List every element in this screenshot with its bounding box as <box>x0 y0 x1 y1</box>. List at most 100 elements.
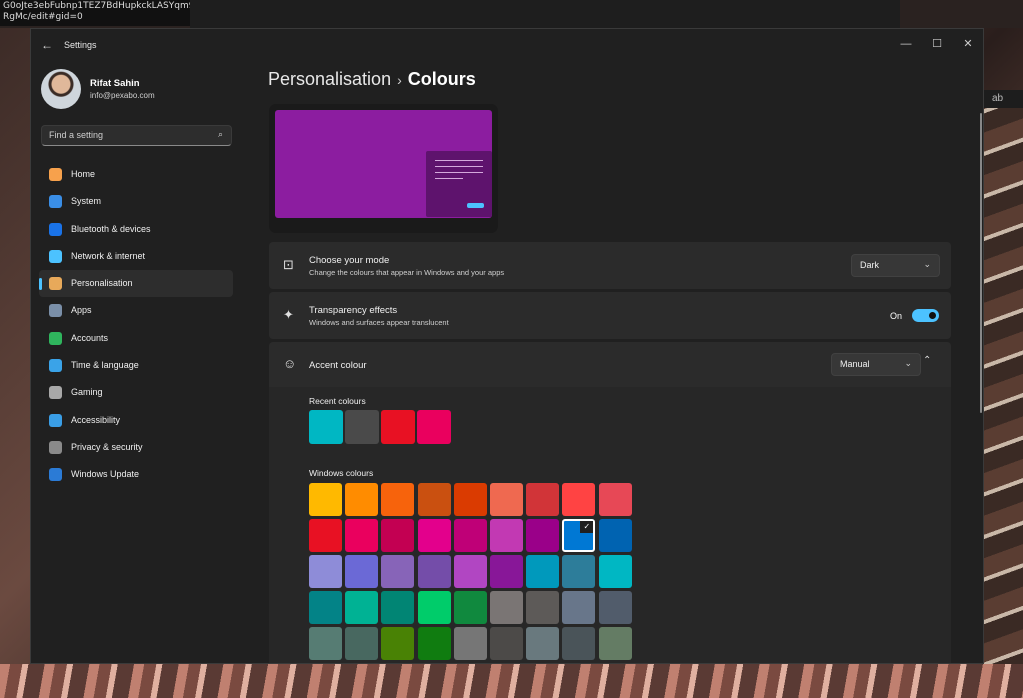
breadcrumb-parent[interactable]: Personalisation <box>268 69 391 89</box>
toggle-state-label: On <box>890 311 903 321</box>
windows-colour-swatch[interactable] <box>490 555 523 588</box>
windows-colour-swatch[interactable] <box>562 591 596 624</box>
network-icon <box>49 249 62 263</box>
recent-colour-swatch[interactable] <box>381 410 415 444</box>
sidebar-item-bluetooth-devices[interactable]: Bluetooth & devices <box>39 216 233 243</box>
windows-colour-swatch[interactable] <box>526 591 560 624</box>
windows-colour-swatch[interactable] <box>453 627 487 660</box>
sidebar-item-label: Privacy & security <box>71 441 143 452</box>
transparency-title: Transparency effects <box>309 305 398 316</box>
sidebar-item-label: Personalisation <box>71 278 133 289</box>
back-button[interactable]: ← <box>39 37 55 53</box>
sidebar-item-personalisation[interactable]: Personalisation <box>39 270 233 298</box>
sidebar-item-label: Accessibility <box>71 414 121 425</box>
windows-colour-swatch[interactable] <box>562 627 596 660</box>
sidebar-item-accessibility[interactable]: Accessibility <box>39 407 233 434</box>
windows-colour-swatch[interactable] <box>309 483 342 516</box>
recent-colour-swatch[interactable] <box>417 410 451 444</box>
avatar[interactable] <box>41 69 81 109</box>
windows-colour-swatch[interactable] <box>381 483 415 516</box>
windows-colour-swatch[interactable] <box>381 519 415 552</box>
scrollbar[interactable] <box>980 113 982 413</box>
windows-colour-swatch[interactable] <box>381 627 415 660</box>
windows-colour-swatch[interactable] <box>417 555 451 588</box>
windows-colour-swatch[interactable] <box>453 555 487 588</box>
windows-colour-swatch[interactable]: ✓ <box>562 519 596 552</box>
windows-colour-swatch[interactable] <box>417 519 451 552</box>
windows-colour-swatch[interactable] <box>598 483 632 516</box>
recent-colour-swatch[interactable] <box>309 410 343 444</box>
mode-subtitle: Change the colours that appear in Window… <box>309 268 505 277</box>
accent-dropdown[interactable]: Manual ⌄ <box>831 353 921 376</box>
windows-colour-swatch[interactable] <box>526 627 560 660</box>
windows-colour-swatch[interactable] <box>453 519 487 552</box>
windows-colours-label: Windows colours <box>309 468 374 478</box>
title-bar: ← Settings — ☐ ✕ <box>31 29 983 61</box>
minimize-button[interactable]: — <box>891 33 921 55</box>
windows-colour-swatch[interactable] <box>309 519 342 552</box>
windows-colour-swatch[interactable] <box>453 483 487 516</box>
maximize-button[interactable]: ☐ <box>922 33 952 55</box>
windows-colour-swatch[interactable] <box>381 555 415 588</box>
windows-colour-swatch[interactable] <box>490 483 523 516</box>
accounts-icon <box>49 331 62 345</box>
windows-colour-swatch[interactable] <box>309 591 342 624</box>
windows-colour-swatch[interactable] <box>345 483 379 516</box>
sidebar-item-network-internet[interactable]: Network & internet <box>39 243 233 270</box>
sidebar-item-apps[interactable]: Apps <box>39 297 233 324</box>
windows-colour-swatch[interactable] <box>381 591 415 624</box>
profile-name: Rifat Sahin <box>90 78 140 89</box>
background-wallpaper-right <box>984 90 1023 698</box>
sidebar-item-accounts[interactable]: Accounts <box>39 325 233 352</box>
windows-colour-swatch[interactable] <box>598 555 632 588</box>
windows-colour-swatch[interactable] <box>453 591 487 624</box>
sidebar-item-time-language[interactable]: Time & language <box>39 352 233 379</box>
recent-colour-swatch[interactable] <box>345 410 379 444</box>
windows-colour-swatch[interactable] <box>345 627 379 660</box>
brush-icon <box>49 277 62 291</box>
accessibility-icon <box>49 413 62 427</box>
mode-dropdown[interactable]: Dark ⌄ <box>851 254 940 277</box>
windows-colour-swatch[interactable] <box>345 519 379 552</box>
windows-colour-swatch[interactable] <box>309 627 342 660</box>
windows-colour-swatch[interactable] <box>598 627 632 660</box>
windows-colour-swatch[interactable] <box>490 519 523 552</box>
windows-colour-swatch[interactable] <box>417 483 451 516</box>
windows-colour-swatch[interactable] <box>345 555 379 588</box>
windows-colour-swatch[interactable] <box>562 555 596 588</box>
windows-colour-swatch[interactable] <box>562 483 596 516</box>
windows-colour-swatch[interactable] <box>417 591 451 624</box>
windows-colour-swatch[interactable] <box>598 591 632 624</box>
settings-window: ← Settings — ☐ ✕ Rifat Sahin info@pexabo… <box>30 28 984 664</box>
sidebar-item-label: Bluetooth & devices <box>71 223 151 234</box>
sidebar-item-label: Windows Update <box>71 469 140 480</box>
windows-colour-swatch[interactable] <box>345 591 379 624</box>
sidebar-item-privacy-security[interactable]: Privacy & security <box>39 434 233 461</box>
shield-icon <box>49 440 62 454</box>
chevron-down-icon: ⌄ <box>904 358 912 368</box>
background-app-label: ab <box>984 90 1023 108</box>
preview-button <box>467 203 484 208</box>
windows-colour-swatch[interactable] <box>526 519 560 552</box>
chevron-down-icon: ⌄ <box>923 259 931 269</box>
sidebar-item-gaming[interactable]: Gaming <box>39 379 233 406</box>
chevron-up-icon[interactable]: ⌃ <box>923 355 931 366</box>
windows-colour-swatch[interactable] <box>309 555 342 588</box>
windows-colour-swatch[interactable] <box>526 483 560 516</box>
sidebar-item-system[interactable]: System <box>39 188 233 215</box>
windows-colour-swatch[interactable] <box>526 555 560 588</box>
windows-colour-swatch[interactable] <box>490 627 523 660</box>
sidebar-item-home[interactable]: Home <box>39 161 233 188</box>
search-placeholder: Find a setting <box>49 130 104 140</box>
close-button[interactable]: ✕ <box>953 33 983 55</box>
search-input[interactable]: Find a setting ⌕ <box>41 125 232 146</box>
transparency-toggle[interactable] <box>912 309 939 322</box>
accent-colour-card[interactable]: ☺ Accent colour Manual ⌄ ⌃ <box>269 342 951 387</box>
globe-icon <box>49 359 62 373</box>
background-url-text: G0oJte3ebFubnp1TEZ7BdHupkckLASYqm9 RgMc/… <box>0 0 194 26</box>
sidebar-nav: Home System Bluetooth & devices Network & i… <box>39 161 233 489</box>
sidebar-item-windows-update[interactable]: Windows Update <box>39 461 233 488</box>
windows-colour-swatch[interactable] <box>417 627 451 660</box>
windows-colour-swatch[interactable] <box>598 519 632 552</box>
windows-colour-swatch[interactable] <box>490 591 523 624</box>
